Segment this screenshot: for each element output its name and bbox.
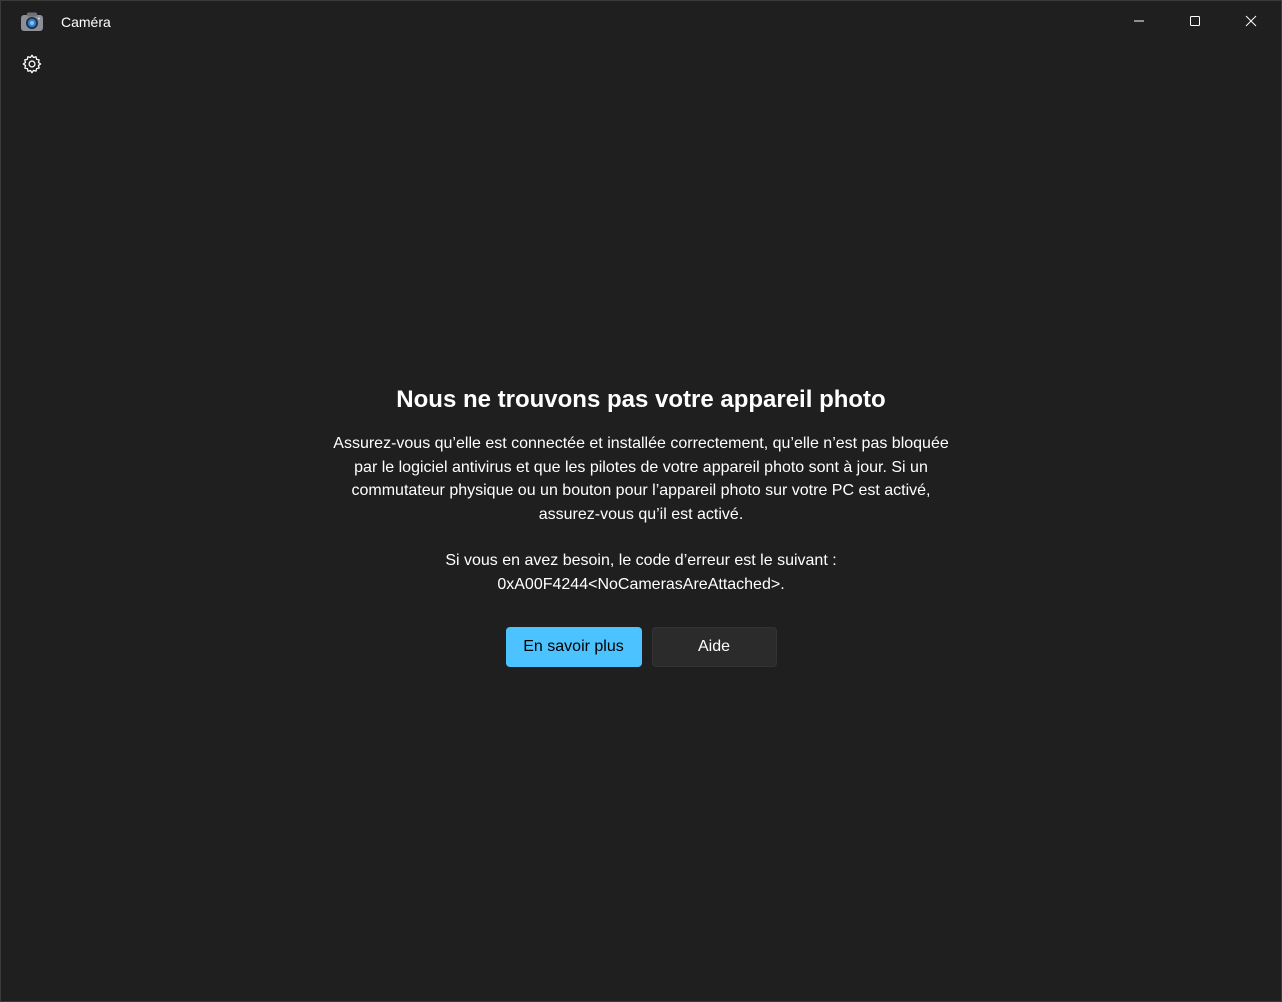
- error-code-text: Si vous en avez besoin, le code d’erreur…: [321, 549, 961, 596]
- close-icon: [1245, 15, 1257, 27]
- error-message-panel: Nous ne trouvons pas votre appareil phot…: [1, 384, 1281, 667]
- error-description: Assurez-vous qu’elle est connectée et in…: [333, 435, 949, 523]
- camera-window: Caméra Nous ne trouvons pas votre appare…: [0, 0, 1282, 1002]
- minimize-button[interactable]: [1111, 1, 1167, 41]
- close-button[interactable]: [1223, 1, 1279, 41]
- settings-button[interactable]: [14, 48, 50, 84]
- window-title: Caméra: [61, 14, 111, 30]
- gear-icon: [21, 53, 43, 80]
- help-button[interactable]: Aide: [651, 627, 777, 667]
- action-buttons: En savoir plus Aide: [1, 627, 1281, 667]
- learn-more-button[interactable]: En savoir plus: [505, 627, 642, 667]
- maximize-icon: [1189, 15, 1201, 27]
- error-code-intro: Si vous en avez besoin, le code d’erreur…: [445, 552, 837, 569]
- error-heading: Nous ne trouvons pas votre appareil phot…: [396, 386, 886, 413]
- maximize-button[interactable]: [1167, 1, 1223, 41]
- title-bar[interactable]: Caméra: [1, 1, 1281, 43]
- minimize-icon: [1133, 15, 1145, 27]
- camera-icon: [20, 11, 44, 33]
- error-code: 0xA00F4244<NoCamerasAreAttached>.: [497, 575, 785, 593]
